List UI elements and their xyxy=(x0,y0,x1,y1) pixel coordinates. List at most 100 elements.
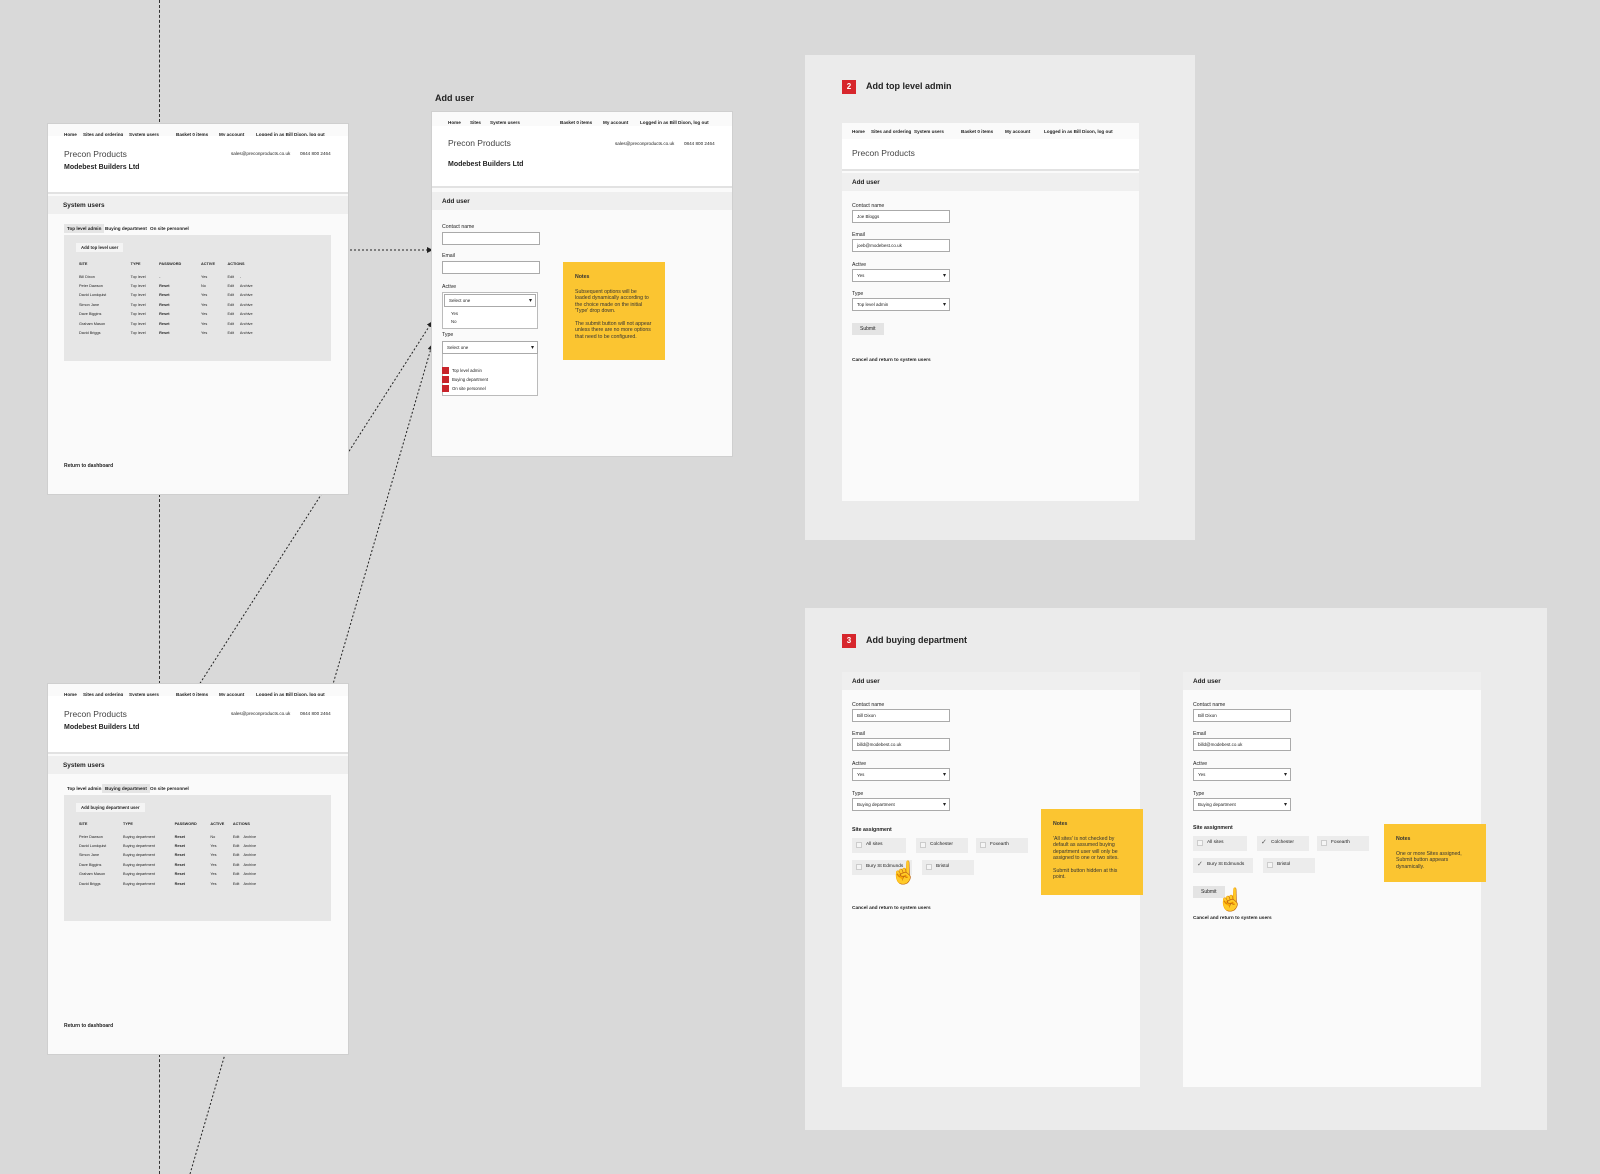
row-action-link[interactable]: Archive xyxy=(240,291,264,300)
active-select[interactable]: Yes ▾ xyxy=(1193,768,1291,781)
type-select[interactable]: Select one ▾ xyxy=(442,341,538,354)
email-input[interactable]: billd@modebest.co.uk xyxy=(1193,738,1291,751)
add-buying-department-user-button[interactable]: Add buying department user xyxy=(76,803,145,812)
nav-logged-in[interactable]: Logged in as Bill Dixon, log out xyxy=(1044,129,1113,134)
active-select[interactable]: Yes ▾ xyxy=(852,768,950,781)
nav-sites[interactable]: Sites xyxy=(470,120,481,125)
nav-my-account[interactable]: My account xyxy=(1005,129,1030,134)
site-checkbox-all-sites[interactable]: All sites xyxy=(1193,836,1247,851)
active-select[interactable]: Select one ▾ xyxy=(444,294,536,307)
type-option-top-level-admin[interactable]: Top level admin xyxy=(452,368,482,373)
contact-email[interactable]: sales@preconproducts.co.uk xyxy=(231,151,290,156)
row-action-link[interactable]: Reset xyxy=(159,319,201,328)
row-action-link[interactable]: Archive xyxy=(240,328,264,337)
active-option-yes[interactable]: Yes xyxy=(451,311,458,316)
contact-email[interactable]: sales@preconproducts.co.uk xyxy=(231,711,290,716)
row-action-link[interactable]: Edit xyxy=(233,870,244,879)
cancel-link[interactable]: Cancel and return to system users xyxy=(1193,916,1272,921)
row-action-link[interactable]: Edit xyxy=(227,300,239,309)
site-checkbox-foxearth[interactable]: Foxearth xyxy=(1317,836,1369,851)
site-checkbox-all-sites[interactable]: All sites xyxy=(852,838,906,853)
row-action-link[interactable]: Reset xyxy=(159,281,201,290)
row-action-link[interactable]: Archive xyxy=(240,300,264,309)
row-action-link[interactable]: Edit xyxy=(233,851,244,860)
contact-name-input[interactable] xyxy=(442,232,540,245)
tab-buying-department[interactable]: Buying department xyxy=(102,224,150,233)
active-select[interactable]: Yes ▾ xyxy=(852,269,950,282)
row-action-link[interactable]: Edit xyxy=(227,319,239,328)
nav-basket[interactable]: Basket 0 items xyxy=(961,129,993,134)
email-input[interactable]: billd@modebest.co.uk xyxy=(852,738,950,751)
cancel-link[interactable]: Cancel and return to system users xyxy=(852,358,931,363)
active-option-no[interactable]: No xyxy=(451,319,457,324)
site-checkbox-bury-st-edmunds[interactable]: ✓ Bury St Edmunds xyxy=(1193,858,1253,873)
type-select[interactable]: Buying department ▾ xyxy=(852,798,950,811)
site-checkbox-bristol[interactable]: Bristol xyxy=(1263,858,1315,873)
type-option-buying-department[interactable]: Buying department xyxy=(452,377,488,382)
nav-system-users[interactable]: System users xyxy=(914,129,944,134)
return-to-dashboard-link[interactable]: Return to dashboard xyxy=(64,1023,113,1029)
row-action-link[interactable]: Archive xyxy=(243,870,264,879)
row-action-link[interactable]: Reset xyxy=(159,300,201,309)
tab-top-level-admin[interactable]: Top level admin xyxy=(64,224,105,233)
row-action-link[interactable]: Edit xyxy=(233,832,244,841)
contact-name-label: Contact name xyxy=(442,224,475,230)
add-top-level-user-button[interactable]: Add top level user xyxy=(76,243,124,252)
return-to-dashboard-link[interactable]: Return to dashboard xyxy=(64,463,113,469)
tab-top-level-admin[interactable]: Top level admin xyxy=(64,784,104,793)
row-action-link[interactable]: Edit xyxy=(233,879,244,888)
row-action-link[interactable]: Edit xyxy=(233,841,244,850)
type-option-on-site-personnel[interactable]: On site personnel xyxy=(452,386,486,391)
row-action-link[interactable]: Edit xyxy=(233,860,244,869)
type-select[interactable]: Top level admin ▾ xyxy=(852,298,950,311)
row-action-link[interactable]: Reset xyxy=(159,328,201,337)
contact-name-input[interactable]: Bill Dixon xyxy=(1193,709,1291,722)
row-action-link[interactable]: Edit xyxy=(227,281,239,290)
tab-on-site-personnel[interactable]: On site personnel xyxy=(147,224,192,233)
row-action-link[interactable]: Archive xyxy=(240,319,264,328)
row-action-link[interactable]: Archive xyxy=(240,281,264,290)
row-action-link[interactable]: Edit xyxy=(227,272,239,281)
cancel-link[interactable]: Cancel and return to system users xyxy=(852,906,931,911)
row-action-link[interactable]: Archive xyxy=(243,860,264,869)
email-input[interactable] xyxy=(442,261,540,274)
nav-sites[interactable]: Sites and ordering xyxy=(871,129,911,134)
row-action-link[interactable]: Archive xyxy=(243,879,264,888)
tab-on-site-personnel[interactable]: On site personnel xyxy=(147,784,192,793)
tab-buying-department[interactable]: Buying department xyxy=(102,784,150,793)
contact-name-input[interactable]: Joe Bloggs xyxy=(852,210,950,223)
row-action-link[interactable]: Reset xyxy=(175,841,211,850)
nav-system-users[interactable]: System users xyxy=(490,120,520,125)
site-checkbox-colchester[interactable]: ✓ Colchester xyxy=(1257,836,1309,851)
row-action-link[interactable]: Reset xyxy=(175,851,211,860)
email-input[interactable]: joeb@modebest.co.uk xyxy=(852,239,950,252)
site-checkbox-foxearth[interactable]: Foxearth xyxy=(976,838,1028,853)
contact-name-input[interactable]: Bill Dixon xyxy=(852,709,950,722)
contact-email[interactable]: sales@preconproducts.co.uk xyxy=(615,141,674,146)
type-select[interactable]: Buying department ▾ xyxy=(1193,798,1291,811)
row-action-link[interactable]: Edit xyxy=(227,310,239,319)
row-action-link[interactable]: Reset xyxy=(159,310,201,319)
nav-my-account[interactable]: My account xyxy=(603,120,628,125)
row-action-link[interactable]: Archive xyxy=(243,832,264,841)
nav-basket[interactable]: Basket 0 items xyxy=(560,120,592,125)
column-header: TYPE xyxy=(123,822,133,826)
row-action-link[interactable]: Archive xyxy=(243,851,264,860)
row-action-link[interactable]: Reset xyxy=(175,832,211,841)
row-action-link[interactable]: Reset xyxy=(175,860,211,869)
row-action-link[interactable]: Reset xyxy=(175,879,211,888)
row-action-link[interactable]: Reset xyxy=(159,291,201,300)
row-action-link[interactable]: Archive xyxy=(243,841,264,850)
table-cell: Top level xyxy=(130,312,146,317)
submit-button[interactable]: Submit xyxy=(852,323,884,335)
row-action-link[interactable]: Edit xyxy=(227,328,239,337)
site-checkbox-colchester[interactable]: Colchester xyxy=(916,838,968,853)
row-action-link[interactable]: Reset xyxy=(175,870,211,879)
nav-home[interactable]: Home xyxy=(448,120,461,125)
row-action-link[interactable]: Archive xyxy=(240,310,264,319)
nav-home[interactable]: Home xyxy=(852,129,865,134)
site-checkbox-bristol[interactable]: Bristol xyxy=(922,860,974,875)
notes-sticky: Notes Subsequent options will be loaded … xyxy=(563,262,665,360)
nav-logged-in[interactable]: Logged in as Bill Dixon, log out xyxy=(640,120,709,125)
row-action-link[interactable]: Edit xyxy=(227,291,239,300)
